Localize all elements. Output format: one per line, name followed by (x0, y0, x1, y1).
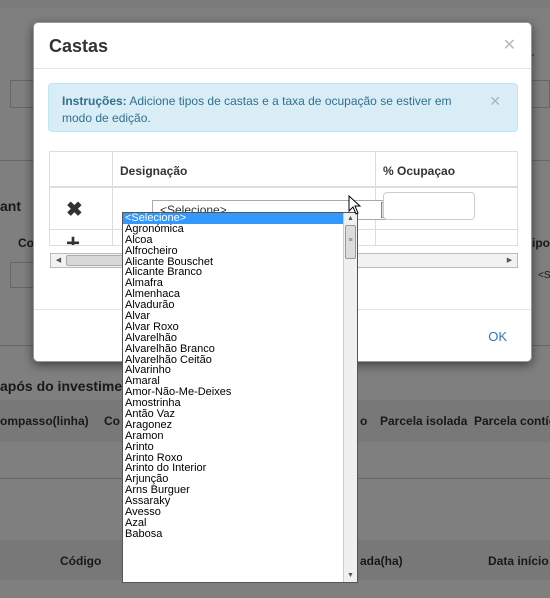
alert-strong: Instruções: (62, 94, 127, 108)
dropdown-option[interactable]: Babosa (123, 529, 344, 540)
scroll-thumb[interactable]: ≡ (345, 225, 356, 259)
dropdown-option[interactable]: Alcoa (123, 235, 344, 246)
dropdown-option[interactable]: Arinto Roxo (123, 453, 344, 464)
dropdown-option[interactable]: Amostrinha (123, 398, 344, 409)
column-header-designacao: Designação (112, 152, 375, 188)
vertical-scrollbar[interactable]: ▲ ≡ ▼ (343, 213, 357, 582)
ok-button[interactable]: OK (488, 329, 507, 344)
dropdown-option[interactable]: Antão Vaz (123, 409, 344, 420)
dropdown-option[interactable]: Alicante Branco (123, 267, 344, 278)
dropdown-option[interactable]: Almafra (123, 278, 344, 289)
dropdown-option[interactable]: <Selecione> (123, 213, 344, 224)
instructions-alert: Instruções: Adicione tipos de castas e a… (48, 83, 518, 132)
dropdown-option[interactable]: Arinto do Interior (123, 463, 344, 474)
dropdown-option[interactable]: Alvarelhão Branco (123, 344, 344, 355)
scroll-right-icon[interactable]: ▶ (503, 255, 516, 266)
dropdown-option[interactable]: Alvarinho (123, 365, 344, 376)
dropdown-option[interactable]: Arinto (123, 442, 344, 453)
dropdown-option[interactable]: Azal (123, 518, 344, 529)
dropdown-option[interactable]: Alvar Roxo (123, 322, 344, 333)
dropdown-option[interactable]: Alvarelhão (123, 333, 344, 344)
dropdown-option[interactable]: Avesso (123, 507, 344, 518)
dropdown-option[interactable]: Assaraky (123, 496, 344, 507)
dropdown-option[interactable]: Alicante Bouschet (123, 257, 344, 268)
column-header-actions (50, 152, 112, 188)
modal-header: Castas ✕ (34, 23, 531, 69)
dropdown-option[interactable]: Aramon (123, 431, 344, 442)
dropdown-option[interactable]: Amaral (123, 376, 344, 387)
dropdown-option[interactable]: Almenhaca (123, 289, 344, 300)
dropdown-option[interactable]: Alfrocheiro (123, 246, 344, 257)
ocupacao-input[interactable] (383, 192, 475, 220)
dropdown-option[interactable]: Arjunção (123, 474, 344, 485)
plus-icon[interactable]: + (66, 232, 80, 246)
dropdown-option[interactable]: Alvar (123, 311, 344, 322)
modal-title: Castas (49, 36, 109, 56)
mouse-cursor-icon (348, 195, 362, 215)
dropdown-options: <Selecione> Agronómica Alcoa Alfrocheiro Ali… (123, 213, 344, 540)
dropdown-option[interactable]: Aragonez (123, 420, 344, 431)
dropdown-option[interactable]: Alvadurão (123, 300, 344, 311)
close-icon[interactable]: ✕ (503, 35, 516, 55)
dropdown-option[interactable]: Agronómica (123, 224, 344, 235)
scroll-left-icon[interactable]: ◀ (52, 255, 65, 266)
dropdown-option[interactable]: Alvarelhão Ceitão (123, 355, 344, 366)
designacao-dropdown[interactable]: <Selecione> Agronómica Alcoa Alfrocheiro Ali… (122, 212, 358, 583)
scroll-down-icon[interactable]: ▼ (344, 570, 357, 582)
dropdown-option[interactable]: Amor-Não-Me-Deixes (123, 387, 344, 398)
dropdown-option[interactable]: Arns Burguer (123, 485, 344, 496)
alert-close-icon[interactable]: ✕ (489, 93, 501, 110)
times-icon[interactable]: ✖ (66, 197, 83, 222)
column-header-ocupacao: % Ocupaçao (375, 152, 517, 188)
